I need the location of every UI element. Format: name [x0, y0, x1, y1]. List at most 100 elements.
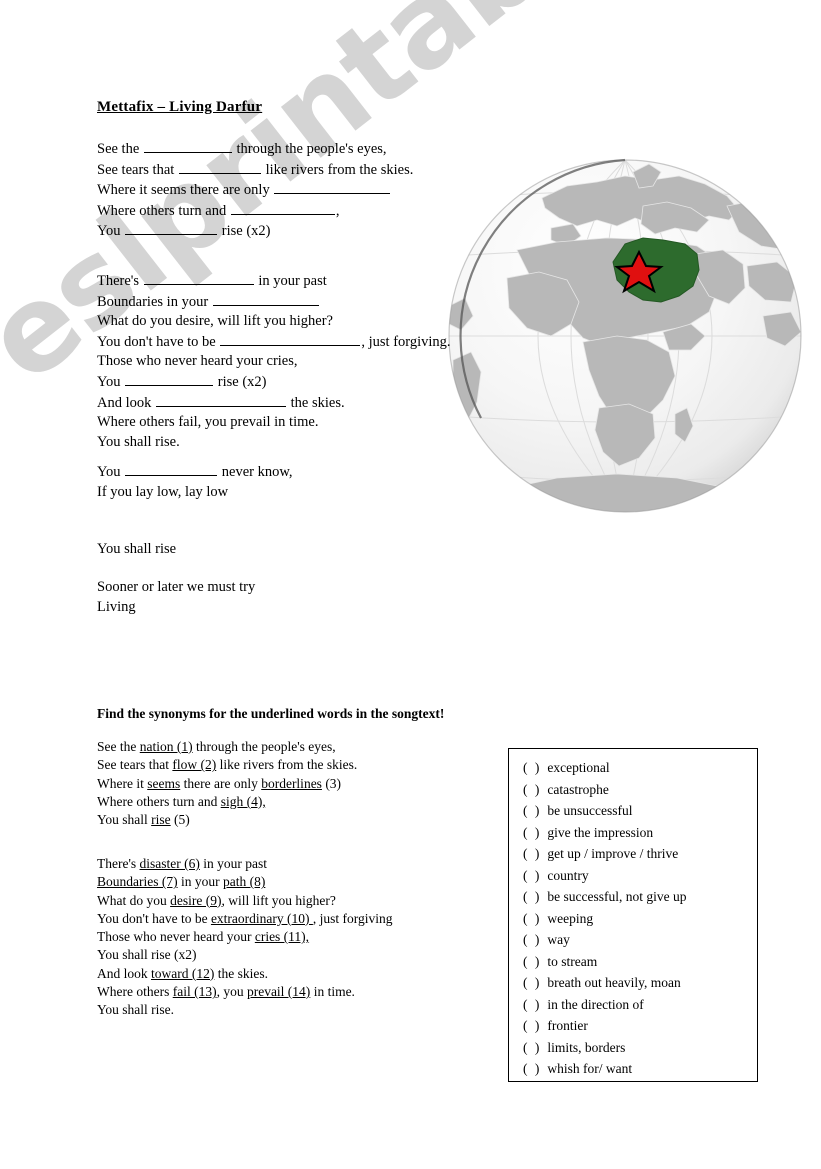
answer-parenthesis[interactable]: ( ) [523, 911, 541, 926]
fill-in-blank[interactable] [274, 180, 391, 195]
underlined-word: borderlines [261, 775, 322, 791]
synonym-option[interactable]: ( ) limits, borders [509, 1037, 757, 1059]
synonym-option[interactable]: ( ) be unsuccessful [509, 800, 757, 822]
synonym-option-label: way [547, 932, 570, 947]
fill-in-blank[interactable] [230, 201, 335, 215]
exercise-line: There's disaster (6) in your past [97, 856, 268, 871]
lyric-line: You don't have to be , just forgiving. [97, 332, 451, 350]
answer-parenthesis[interactable]: ( ) [523, 932, 541, 947]
answer-parenthesis[interactable]: ( ) [523, 954, 541, 969]
synonym-option-label: catastrophe [547, 781, 609, 797]
synonym-option[interactable]: ( ) exceptional [509, 757, 757, 779]
exercise-line: See tears that flow (2) like rivers from… [97, 757, 358, 773]
worksheet-page: eslprintables.com Mettafix – Living Darf… [0, 0, 821, 1169]
lyric-line: Where others turn and , [97, 201, 340, 219]
synonym-option[interactable]: ( ) breath out heavily, moan [509, 972, 757, 994]
exercise-stanza-2: There's disaster (6) in your past Boundar… [97, 855, 393, 1020]
answer-parenthesis[interactable]: ( ) [523, 1061, 541, 1076]
lyric-line: And look the skies. [97, 393, 345, 411]
answer-parenthesis[interactable]: ( ) [523, 825, 541, 840]
synonym-option[interactable]: ( ) to stream [509, 951, 757, 973]
exercise-instruction: Find the synonyms for the underlined wor… [97, 706, 445, 721]
fill-in-blank[interactable] [143, 271, 254, 285]
answer-parenthesis[interactable]: ( ) [523, 846, 541, 861]
exercise-line: You don't have to be extraordinary (10) … [97, 910, 393, 926]
lyrics-verse-4: You shall rise [97, 540, 176, 560]
lyric-line: Where others fail, you prevail in time. [97, 414, 319, 431]
lyric-line: Boundaries in your [97, 292, 451, 313]
answer-parenthesis[interactable]: ( ) [523, 868, 541, 883]
lyric-line: What do you desire, will lift you higher… [97, 313, 333, 330]
lyric-line: If you lay low, lay low [97, 483, 229, 500]
answer-parenthesis[interactable]: ( ) [523, 1018, 541, 1033]
answer-parenthesis[interactable]: ( ) [523, 997, 541, 1012]
synonym-option[interactable]: ( ) catastrophe [509, 779, 757, 801]
exercise-line: Where it seems there are only borderline… [97, 775, 342, 791]
lyric-line: You rise (x2) [97, 221, 271, 240]
synonym-option-label: be successful, not give up [547, 889, 687, 904]
fill-in-blank[interactable] [220, 332, 361, 346]
lyric-line: You shall rise. [97, 433, 180, 450]
lyrics-verse-5: Sooner or later we must try Living [97, 578, 255, 617]
underlined-word: rise [151, 812, 171, 828]
lyric-line: Those who never heard your cries, [97, 353, 298, 370]
synonym-option[interactable]: ( ) way [509, 929, 757, 951]
fill-in-blank[interactable] [125, 462, 218, 476]
synonym-option-label: be unsuccessful [547, 803, 633, 818]
underlined-word: flow (2) [172, 757, 217, 773]
fill-in-blank[interactable] [156, 393, 286, 407]
underlined-word: prevail (14) [246, 984, 311, 1000]
underlined-word: path (8) [222, 874, 266, 890]
synonym-option[interactable]: ( ) give the impression [509, 822, 757, 844]
synonym-options-box: ( ) exceptional ( ) catastrophe ( ) be unsucc… [508, 748, 758, 1082]
exercise-line: Where others turn and sigh (4), [97, 793, 266, 809]
fill-in-blank[interactable] [125, 372, 214, 386]
exercise-line: Where others fail (13), you prevail (14)… [97, 984, 355, 1000]
underlined-word: Boundaries (7) [97, 874, 178, 890]
exercise-line: And look toward (12) the skies. [97, 965, 268, 981]
lyric-line: You rise (x2) [97, 372, 267, 390]
synonym-option[interactable]: ( ) country [509, 865, 757, 887]
synonym-option[interactable]: ( ) weeping [509, 908, 757, 930]
lyric-line: You never know, [97, 462, 293, 480]
answer-parenthesis[interactable]: ( ) [523, 889, 541, 904]
exercise-line: You shall rise (x2) [97, 947, 197, 963]
answer-parenthesis[interactable]: ( ) [523, 803, 541, 818]
fill-in-blank[interactable] [178, 160, 261, 174]
lyrics-verse-1: See the through the people's eyes, See te… [97, 139, 413, 242]
synonym-option-label: whish for/ want [547, 1061, 633, 1076]
answer-parenthesis[interactable]: ( ) [523, 975, 541, 990]
exercise-stanza-1: See the nation (1) through the people's … [97, 738, 357, 829]
synonym-option[interactable]: ( ) frontier [509, 1015, 757, 1037]
synonym-option-label: get up / improve / thrive [547, 846, 679, 861]
synonym-option[interactable]: ( ) whish for/ want [509, 1058, 757, 1080]
fill-in-blank[interactable] [125, 221, 218, 236]
answer-parenthesis[interactable]: ( ) [523, 1040, 541, 1055]
exercise-line: You shall rise. [97, 1002, 175, 1018]
lyrics-verse-2: There's in your past Boundaries in your W… [97, 271, 451, 452]
underlined-word: toward (12) [151, 965, 215, 981]
exercise-line: You shall rise (5) [97, 812, 190, 828]
fill-in-blank[interactable] [212, 292, 319, 306]
page-title: Mettafix – Living Darfur [97, 99, 263, 115]
fill-in-blank[interactable] [143, 139, 232, 153]
lyric-line: See the through the people's eyes, [97, 139, 387, 157]
synonym-options-list: ( ) exceptional ( ) catastrophe ( ) be unsucc… [509, 749, 757, 1080]
synonym-option-label: give the impression [547, 824, 654, 840]
answer-parenthesis[interactable]: ( ) [523, 782, 541, 797]
synonym-option-label: to stream [547, 953, 598, 969]
exercise-line: Boundaries (7) in your path (8) [97, 874, 266, 890]
synonym-option[interactable]: ( ) be successful, not give up [509, 886, 757, 908]
answer-parenthesis[interactable]: ( ) [523, 760, 541, 775]
underlined-word: extraordinary (10) [210, 910, 313, 926]
lyric-line: Where it seems there are only [97, 180, 413, 201]
underlined-word: desire (9) [170, 892, 222, 908]
synonym-option[interactable]: ( ) in the direction of [509, 994, 757, 1016]
lyric-line: There's in your past [97, 271, 327, 289]
lyric-line: Living [97, 598, 136, 615]
underlined-word: nation (1) [139, 739, 193, 754]
exercise-line: Those who never heard your cries (11), [97, 929, 310, 945]
synonym-option-label: frontier [547, 1018, 588, 1033]
synonym-option[interactable]: ( ) get up / improve / thrive [509, 843, 757, 865]
underlined-word: sigh (4), [220, 793, 266, 809]
